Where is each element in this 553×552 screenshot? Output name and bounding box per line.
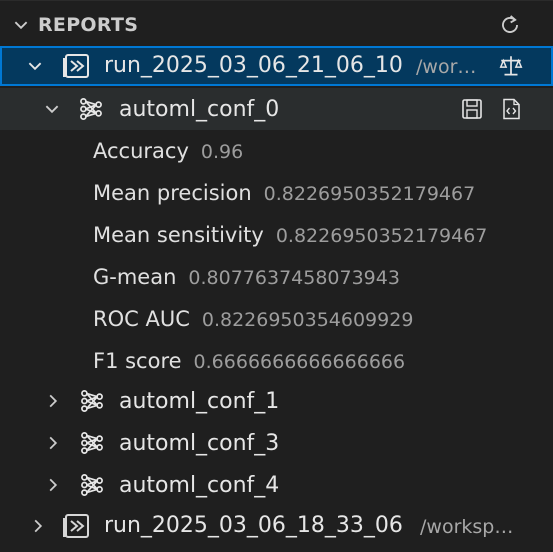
chevron-down-icon[interactable] <box>10 14 32 36</box>
refresh-icon[interactable] <box>497 12 523 38</box>
tree-item-config[interactable]: automl_conf_4 <box>0 464 553 506</box>
run-name: run_2025_03_06_21_06_10 <box>104 53 403 78</box>
metric-value: 0.8226950354609929 <box>201 309 414 331</box>
report-icon <box>62 512 92 540</box>
run-path: /worksp… <box>420 516 514 538</box>
code-file-icon[interactable] <box>498 96 524 122</box>
metric-row[interactable]: Accuracy 0.96 <box>0 130 553 172</box>
tree-item-config[interactable]: automl_conf_3 <box>0 422 553 464</box>
tree-item-config[interactable]: automl_conf_1 <box>0 380 553 422</box>
metric-row[interactable]: ROC AUC 0.8226950354609929 <box>0 298 553 340</box>
chevron-right-icon[interactable] <box>42 432 64 454</box>
reports-panel: REPORTS run_2025_03_06_21_06_10 /wor… au… <box>0 0 553 552</box>
metric-row[interactable]: Mean precision 0.8226950352179467 <box>0 172 553 214</box>
chevron-down-icon[interactable] <box>24 55 46 77</box>
metric-row[interactable]: F1 score 0.6666666666666666 <box>0 340 553 382</box>
metric-row[interactable]: G-mean 0.8077637458073943 <box>0 256 553 298</box>
tree-item-run[interactable]: run_2025_03_06_18_33_06 /worksp… <box>0 506 553 546</box>
run-path: /wor… <box>416 56 477 78</box>
config-name: automl_conf_0 <box>119 97 280 122</box>
config-name: automl_conf_1 <box>119 389 280 414</box>
reports-section-header[interactable]: REPORTS <box>0 5 553 45</box>
network-icon <box>79 472 105 498</box>
report-icon <box>62 52 92 80</box>
metric-label: F1 score 0.6666666666666666 <box>93 349 406 373</box>
metric-label: Mean sensitivity 0.8226950352179467 <box>93 223 488 247</box>
chevron-down-icon[interactable] <box>41 98 63 120</box>
chevron-right-icon[interactable] <box>27 515 49 537</box>
metric-value: 0.8226950352179467 <box>263 183 476 205</box>
network-icon <box>79 388 105 414</box>
network-icon <box>78 96 104 122</box>
metric-value: 0.8077637458073943 <box>188 267 400 289</box>
config-name: automl_conf_3 <box>119 431 280 456</box>
chevron-right-icon[interactable] <box>42 390 64 412</box>
metric-value: 0.96 <box>200 141 244 163</box>
config-name: automl_conf_4 <box>119 473 280 498</box>
scale-icon[interactable] <box>498 53 524 79</box>
tree-item-run[interactable]: run_2025_03_06_21_06_10 /wor… <box>0 46 553 86</box>
metric-label: G-mean 0.8077637458073943 <box>93 265 400 289</box>
network-icon <box>79 430 105 456</box>
metric-label: Accuracy 0.96 <box>93 139 244 163</box>
section-title: REPORTS <box>38 14 139 36</box>
metric-value: 0.8226950352179467 <box>275 225 488 247</box>
metric-row[interactable]: Mean sensitivity 0.8226950352179467 <box>0 214 553 256</box>
tree-item-config[interactable]: automl_conf_0 <box>0 88 553 130</box>
save-icon[interactable] <box>459 96 485 122</box>
metric-value: 0.6666666666666666 <box>193 351 406 373</box>
metric-label: ROC AUC 0.8226950354609929 <box>93 307 414 331</box>
metric-label: Mean precision 0.8226950352179467 <box>93 181 476 205</box>
chevron-right-icon[interactable] <box>42 474 64 496</box>
run-name: run_2025_03_06_18_33_06 <box>104 513 403 538</box>
